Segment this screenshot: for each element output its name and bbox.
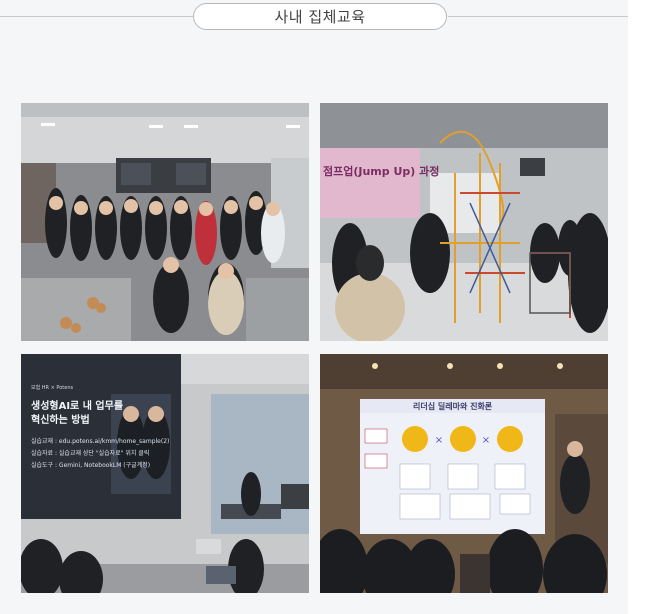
slide-title-line2: 혁신하는 방법 <box>31 415 90 426</box>
divider-right <box>448 16 628 17</box>
divider-left <box>0 16 194 17</box>
leadership-lecture-photo: × × 리더십 딜레마와 진화론 <box>320 354 608 593</box>
slide-brand: 모험 HR × Potens <box>31 385 74 391</box>
education-panel: 사내 집체교육 점프업(Jump Up) 과정 모험 HR × Potens 생… <box>0 0 628 614</box>
group-photo <box>21 103 309 341</box>
svg-text:×: × <box>482 435 490 446</box>
slide-line1: 실습교재 : edu.potens.ai/kmm/home_sample(2) <box>31 438 170 445</box>
svg-text:×: × <box>435 435 443 446</box>
section-title: 사내 집체교육 <box>193 3 447 30</box>
slide-leadership-title: 리더십 딜레마와 진화론 <box>413 402 493 411</box>
slide-line3: 실습도구 : Gemini, NotebookLM (구글계정) <box>31 462 151 469</box>
workshop-photo: 점프업(Jump Up) 과정 <box>320 103 608 341</box>
ai-lecture-photo: 모험 HR × Potens 생성형AI로 내 업무를 혁신하는 방법 실습교재… <box>21 354 309 593</box>
slide-title-line1: 생성형AI로 내 업무를 <box>31 401 124 412</box>
slide-line2: 실습자료 : 실습교재 상단 "실습자료" 위치 클릭 <box>31 450 150 457</box>
jumpup-banner-text: 점프업(Jump Up) 과정 <box>323 165 440 178</box>
